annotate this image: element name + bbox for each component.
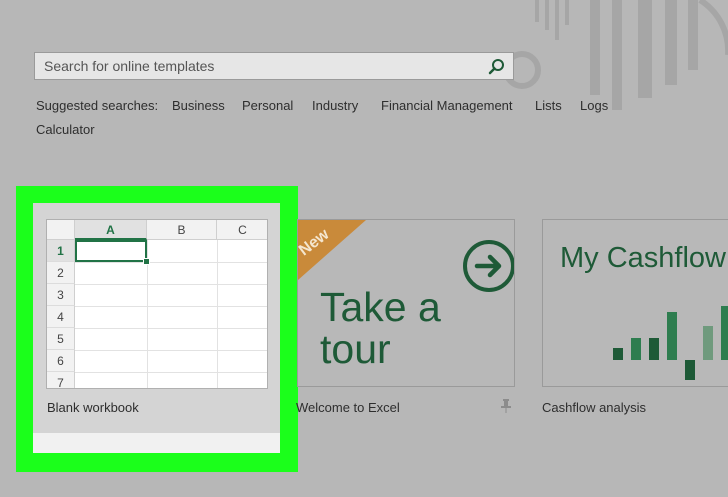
row-header-6: 6	[47, 350, 75, 372]
row-header-4: 4	[47, 306, 75, 328]
grid-line	[75, 350, 267, 351]
suggested-search-industry[interactable]: Industry	[312, 94, 358, 118]
column-header-c: C	[217, 220, 267, 240]
template-cashflow[interactable]: My Cashflow	[542, 219, 728, 387]
blank-workbook-preview: A B C 1 2 3 4 5 6 7 Blank workbook	[33, 203, 280, 433]
template-blank-workbook[interactable]: A B C 1 2 3 4 5 6 7 Blank workbook	[33, 203, 280, 453]
row-header-5: 5	[47, 328, 75, 350]
column-header-b: B	[147, 220, 217, 240]
take-a-tour-title: Take a tour	[320, 286, 441, 370]
row-header-3: 3	[47, 284, 75, 306]
suggested-search-logs[interactable]: Logs	[580, 94, 608, 118]
column-header-a: A	[75, 220, 147, 240]
suggested-search-calculator[interactable]: Calculator	[36, 118, 95, 142]
suggested-search-personal[interactable]: Personal	[242, 94, 293, 118]
cashflow-bar-illustration	[613, 306, 728, 380]
row-header-2: 2	[47, 262, 75, 284]
take-a-tour-line-2: tour	[320, 326, 391, 372]
suggested-search-business[interactable]: Business	[172, 94, 225, 118]
welcome-to-excel-label: Welcome to Excel	[296, 400, 400, 415]
template-search-box[interactable]	[34, 52, 514, 80]
grid-line	[75, 262, 267, 263]
grid-line	[75, 284, 267, 285]
cashflow-analysis-label: Cashflow analysis	[542, 400, 647, 415]
row-header-1: 1	[47, 240, 75, 262]
blank-workbook-label: Blank workbook	[47, 400, 139, 415]
suggested-searches-label: Suggested searches:	[36, 98, 159, 113]
take-a-tour-line-1: Take a	[320, 284, 441, 330]
select-all-corner	[47, 220, 75, 240]
selected-cell-a1	[75, 240, 147, 262]
cashflow-title: My Cashflow	[560, 242, 726, 274]
search-icon[interactable]	[487, 57, 507, 77]
pin-icon[interactable]	[500, 399, 512, 413]
grid-line	[75, 306, 267, 307]
fill-handle	[143, 258, 150, 265]
search-input[interactable]	[35, 53, 484, 79]
suggested-search-financial-management[interactable]: Financial Management	[381, 94, 513, 118]
grid-line	[75, 372, 267, 373]
arrow-right-circle-icon	[463, 240, 514, 292]
grid-line	[75, 328, 267, 329]
row-header-7: 7	[47, 372, 75, 388]
suggested-search-lists[interactable]: Lists	[535, 94, 562, 118]
spreadsheet-thumbnail: A B C 1 2 3 4 5 6 7	[46, 219, 268, 389]
template-take-a-tour[interactable]: New Take a tour	[297, 219, 515, 387]
grid-line	[217, 240, 218, 388]
